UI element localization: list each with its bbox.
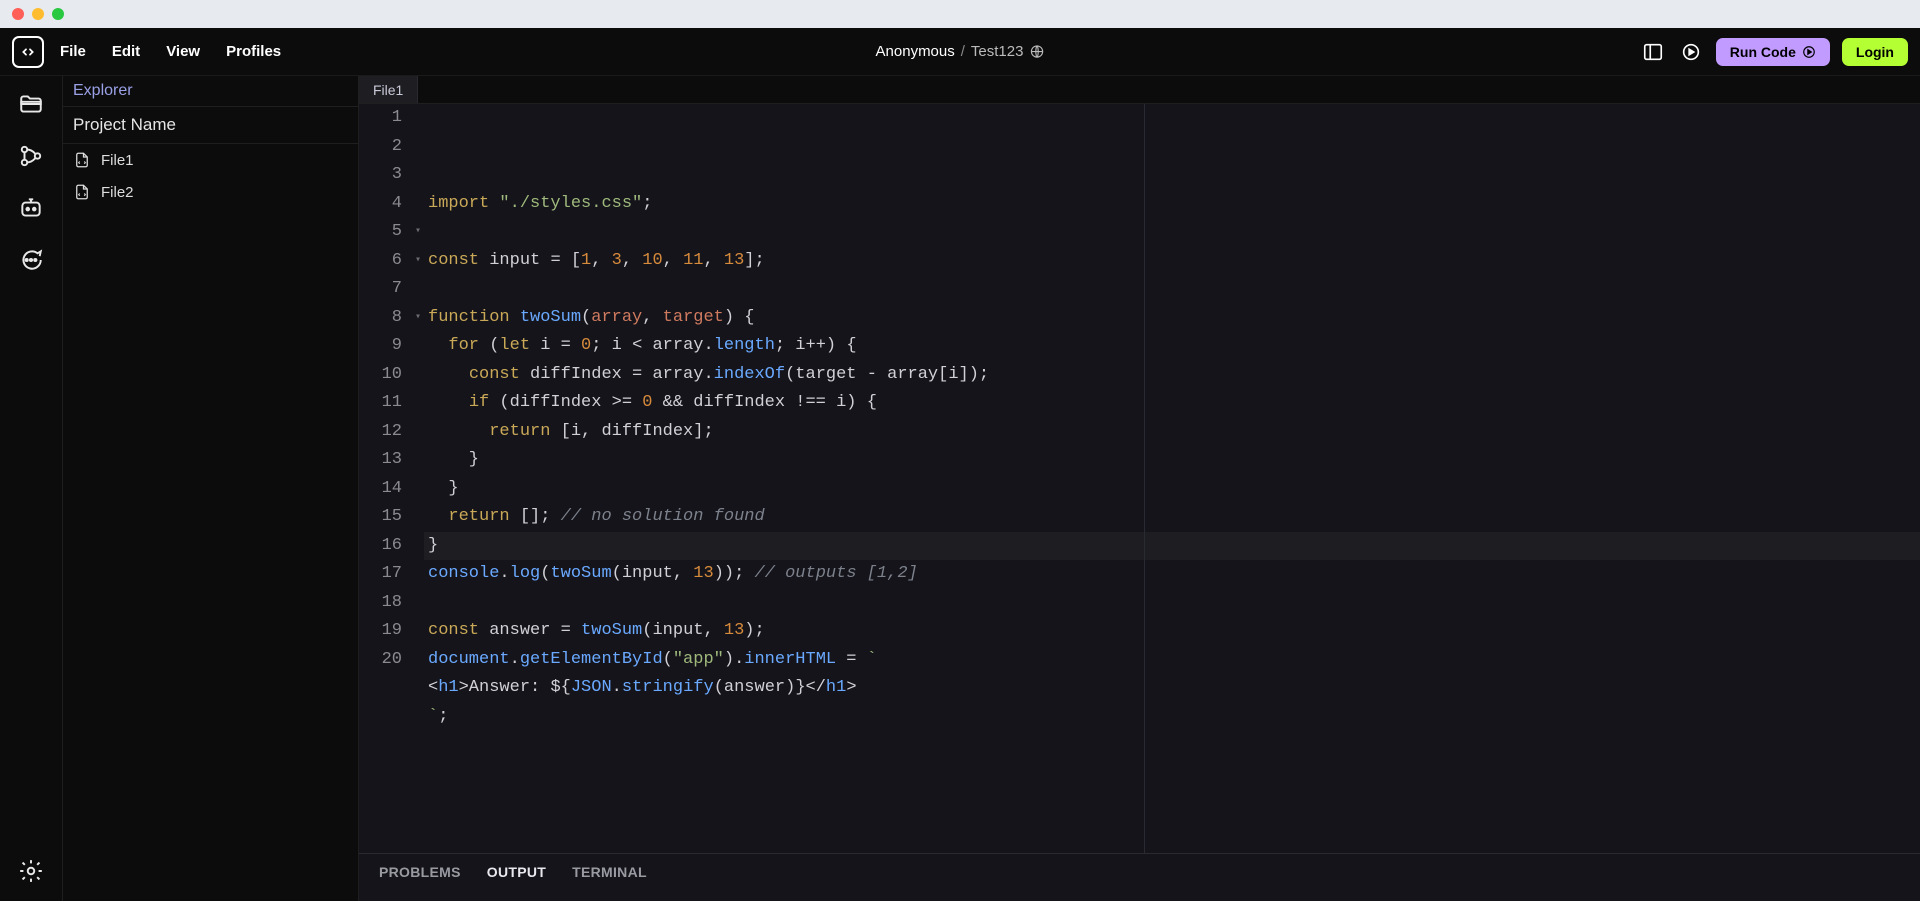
file-list: File1 File2 — [63, 144, 358, 208]
fold-column: ▾▾▾ — [412, 104, 424, 853]
file-row[interactable]: File2 — [63, 176, 358, 208]
file-label: File2 — [101, 184, 134, 201]
activity-bar — [0, 76, 63, 901]
topbar-actions: Run Code Login — [1640, 38, 1908, 66]
file-icon — [73, 183, 91, 201]
columns-icon[interactable] — [1640, 39, 1666, 65]
source-control-icon[interactable] — [17, 142, 45, 170]
explorer-icon[interactable] — [17, 90, 45, 118]
body: Explorer Project Name File1 File2 File1 1… — [0, 76, 1920, 901]
play-icon — [1802, 45, 1816, 59]
editor-tabs: File1 — [359, 76, 1920, 104]
menu-bar: File Edit View Profiles — [60, 43, 281, 60]
topbar: File Edit View Profiles Anonymous / Test… — [0, 28, 1920, 76]
tab-file1[interactable]: File1 — [359, 76, 418, 103]
window-chrome — [0, 0, 1920, 28]
code-content[interactable]: import "./styles.css";const input = [1, … — [424, 104, 1920, 853]
menu-edit[interactable]: Edit — [112, 43, 140, 60]
tab-output[interactable]: OUTPUT — [487, 864, 546, 880]
file-label: File1 — [101, 152, 134, 169]
settings-icon[interactable] — [17, 857, 45, 885]
bottom-panel: PROBLEMS OUTPUT TERMINAL — [359, 853, 1920, 901]
chat-icon[interactable] — [17, 246, 45, 274]
login-button[interactable]: Login — [1842, 38, 1908, 66]
globe-icon — [1029, 44, 1044, 59]
breadcrumb-project: Test123 — [971, 43, 1024, 60]
breadcrumb[interactable]: Anonymous / Test123 — [876, 43, 1045, 60]
sidebar-title: Explorer — [63, 76, 358, 107]
tab-terminal[interactable]: TERMINAL — [572, 864, 647, 880]
file-icon — [73, 151, 91, 169]
app-root: File Edit View Profiles Anonymous / Test… — [0, 28, 1920, 901]
menu-view[interactable]: View — [166, 43, 200, 60]
breadcrumb-owner: Anonymous — [876, 43, 955, 60]
code-editor[interactable]: 1234567891011121314151617181920 ▾▾▾ impo… — [359, 104, 1920, 853]
tab-problems[interactable]: PROBLEMS — [379, 864, 461, 880]
gutter: 1234567891011121314151617181920 — [359, 104, 412, 853]
project-name[interactable]: Project Name — [63, 107, 358, 144]
breadcrumb-slash: / — [961, 43, 965, 60]
menu-profiles[interactable]: Profiles — [226, 43, 281, 60]
debug-icon[interactable] — [1678, 39, 1704, 65]
window-maximize-dot[interactable] — [52, 8, 64, 20]
app-logo[interactable] — [12, 36, 44, 68]
sidebar: Explorer Project Name File1 File2 — [63, 76, 359, 901]
menu-file[interactable]: File — [60, 43, 86, 60]
window-minimize-dot[interactable] — [32, 8, 44, 20]
right-margin-line — [1144, 104, 1145, 853]
run-code-button[interactable]: Run Code — [1716, 38, 1830, 66]
file-row[interactable]: File1 — [63, 144, 358, 176]
run-code-label: Run Code — [1730, 44, 1796, 60]
bot-icon[interactable] — [17, 194, 45, 222]
login-label: Login — [1856, 44, 1894, 60]
window-close-dot[interactable] — [12, 8, 24, 20]
bottom-tabs: PROBLEMS OUTPUT TERMINAL — [359, 854, 1920, 890]
editor-area: File1 1234567891011121314151617181920 ▾▾… — [359, 76, 1920, 901]
